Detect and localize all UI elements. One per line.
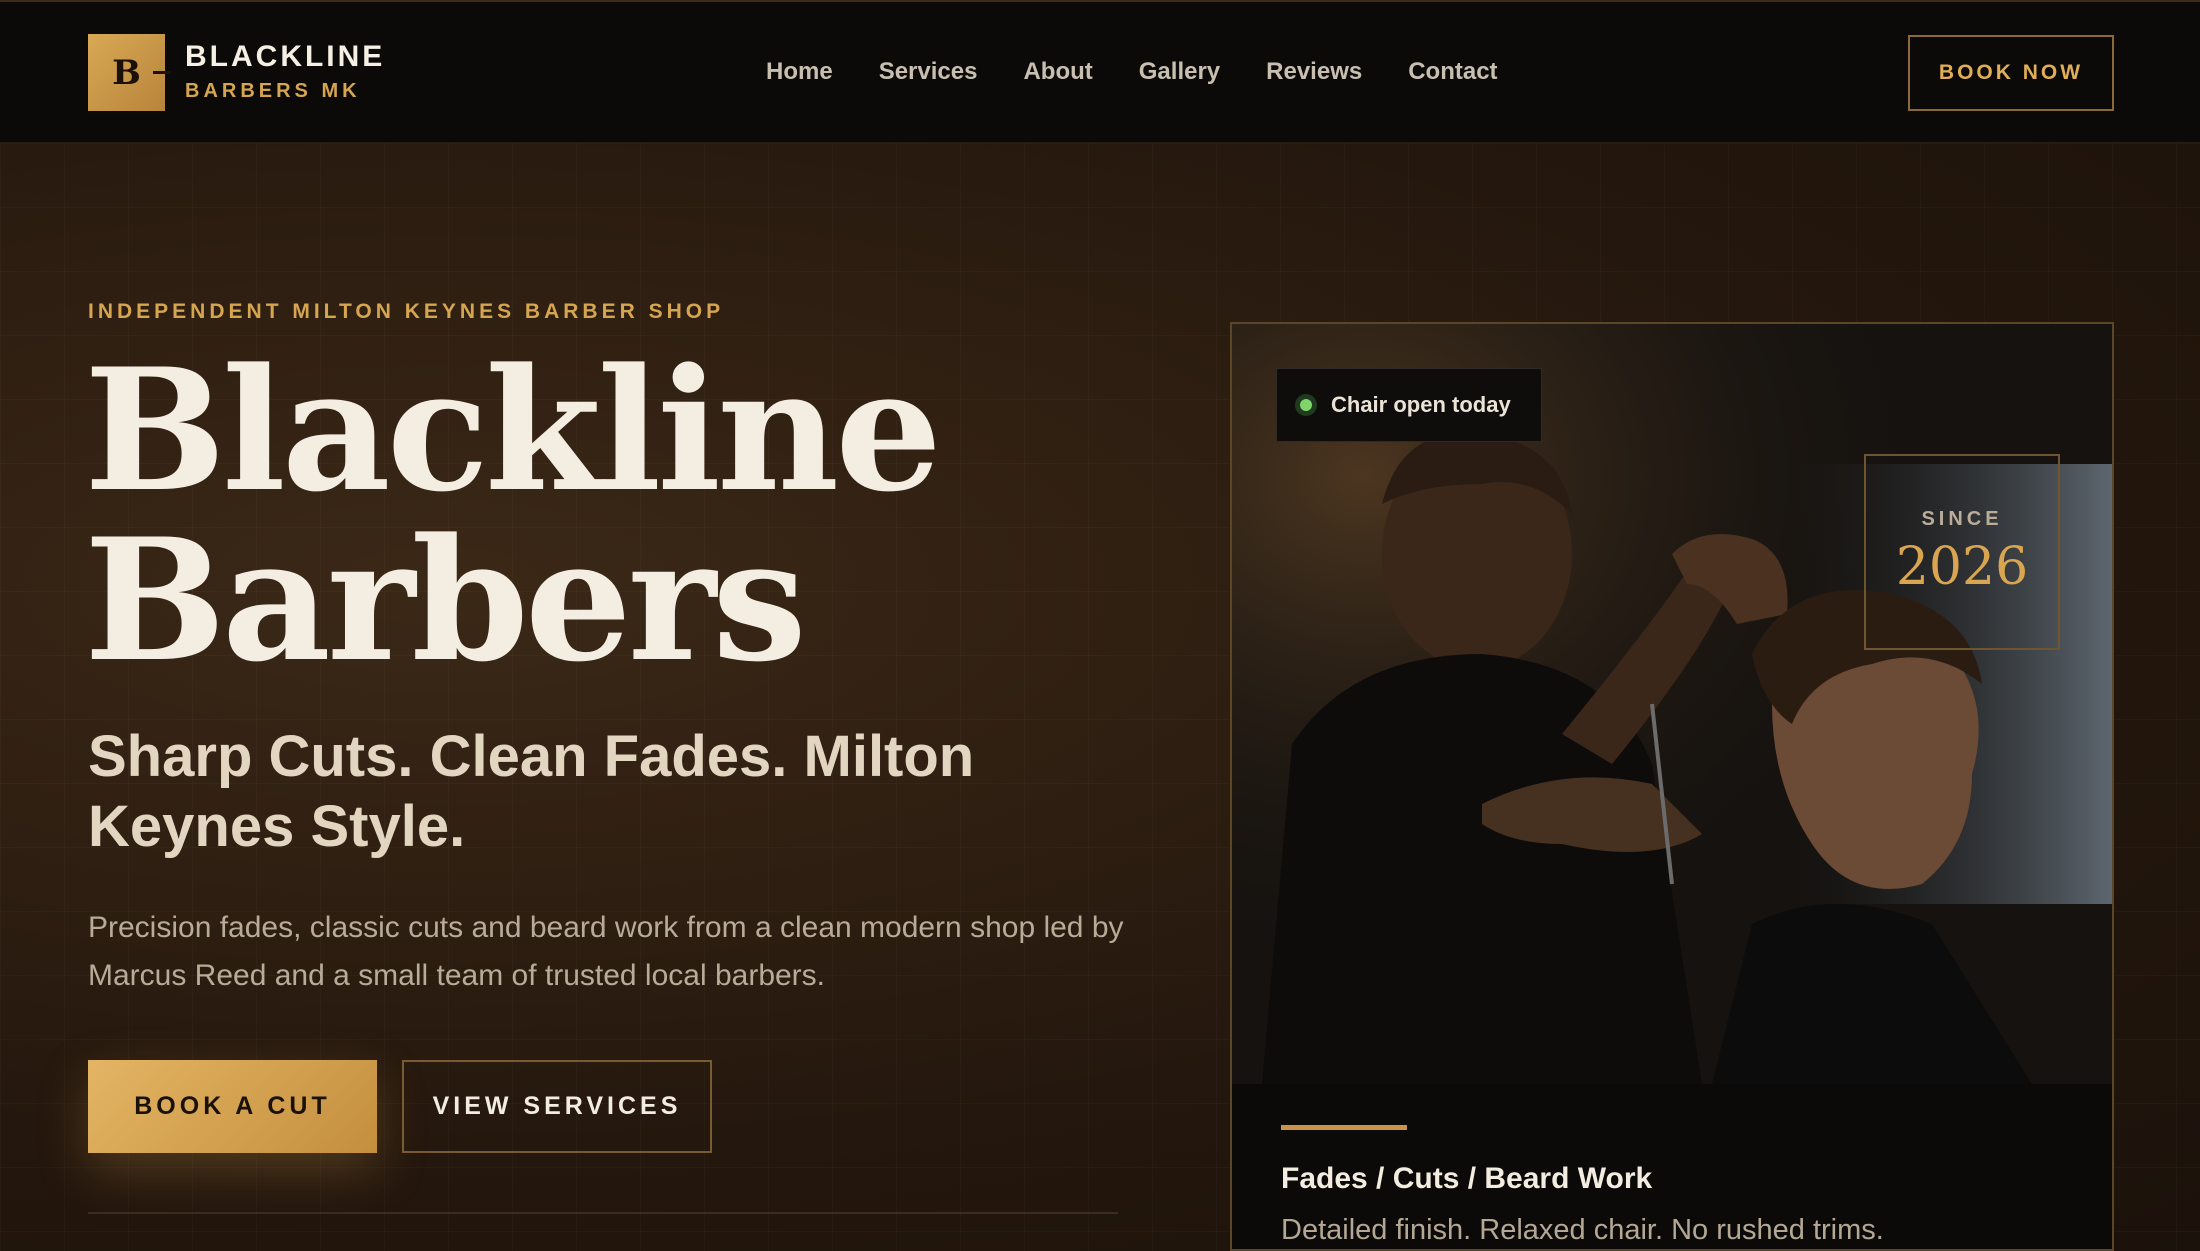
since-year: 2026 — [1895, 536, 2029, 597]
card-heading: Fades / Cuts / Beard Work — [1281, 1162, 1653, 1195]
hero-subtitle: Sharp Cuts. Clean Fades. Milton Keynes S… — [88, 724, 975, 859]
status-dot-icon — [1295, 394, 1317, 416]
nav-reviews[interactable]: Reviews — [1266, 58, 1362, 86]
view-services-button[interactable]: VIEW SERVICES — [402, 1060, 712, 1153]
nav-gallery[interactable]: Gallery — [1139, 58, 1220, 86]
card-description: Detailed finish. Relaxed chair. No rushe… — [1281, 1214, 1884, 1246]
logo-dash — [153, 71, 171, 74]
brand-subtitle: BARBERS MK — [185, 80, 361, 102]
chair-open-badge: Chair open today — [1276, 368, 1542, 442]
nav-contact[interactable]: Contact — [1408, 58, 1497, 86]
nav-about[interactable]: About — [1023, 58, 1092, 86]
hero-title-line2: Barbers — [84, 501, 807, 699]
barber-photo: Chair open today SINCE 2026 — [1232, 324, 2112, 1084]
chair-open-text: Chair open today — [1331, 392, 1511, 417]
brand-name[interactable]: BLACKLINE — [185, 40, 385, 74]
book-now-button[interactable]: BOOK NOW — [1908, 35, 2114, 111]
nav-home[interactable]: Home — [766, 58, 833, 86]
since-label: SINCE — [1921, 507, 2003, 530]
hero-lead: Precision fades, classic cuts and beard … — [88, 911, 1124, 992]
hero-divider — [88, 1212, 1118, 1214]
hero-title-line1: Blackline — [84, 331, 942, 529]
logo-mark[interactable]: B — [88, 34, 171, 111]
featured-card: Chair open today SINCE 2026 Fades / Cuts… — [1230, 322, 2114, 1251]
card-accent-line — [1281, 1125, 1407, 1130]
hero-eyebrow: INDEPENDENT MILTON KEYNES BARBER SHOP — [88, 300, 725, 323]
hero-title: Blackline Barbers — [84, 345, 1184, 685]
since-badge: SINCE 2026 — [1864, 454, 2060, 650]
site-header: B BLACKLINE BARBERS MK Home Services Abo… — [0, 0, 2200, 143]
book-a-cut-button[interactable]: BOOK A CUT — [88, 1060, 377, 1153]
logo-letter: B — [112, 52, 141, 93]
nav-services[interactable]: Services — [879, 58, 978, 86]
main-nav: Home Services About Gallery Reviews Cont… — [766, 58, 1544, 86]
